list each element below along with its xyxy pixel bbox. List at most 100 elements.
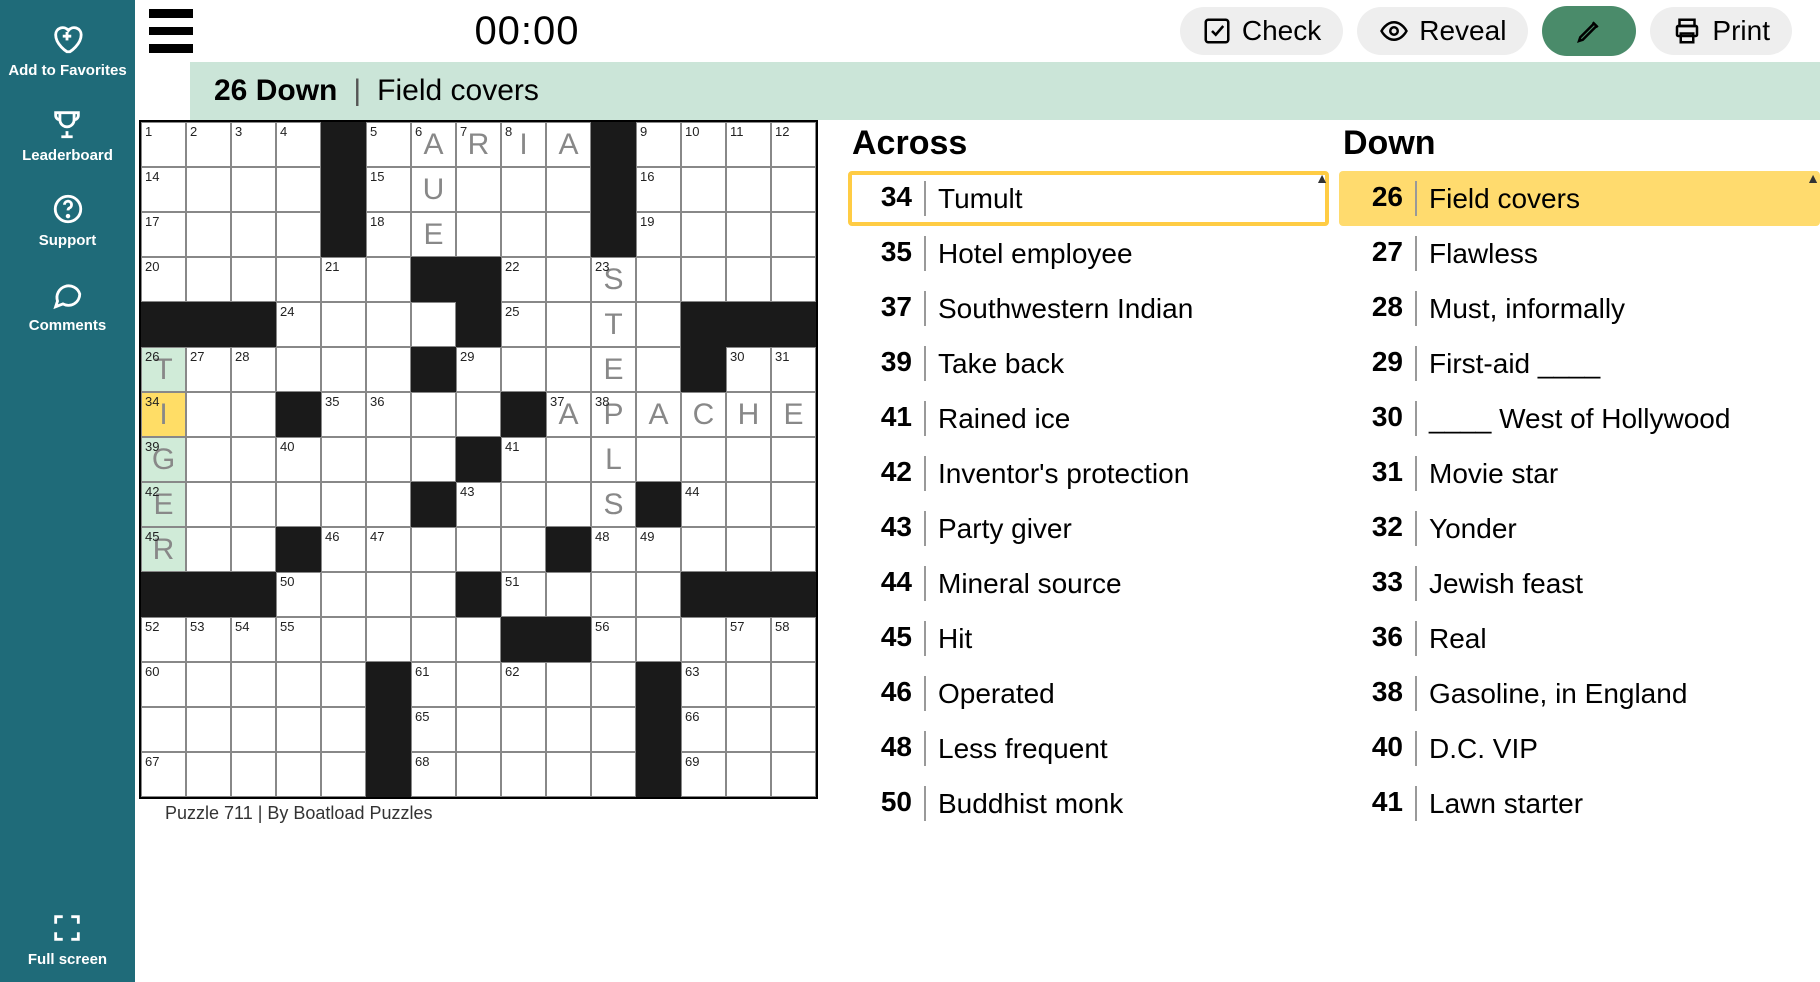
grid-cell[interactable]: 8I: [501, 122, 546, 167]
grid-cell[interactable]: [411, 392, 456, 437]
clue-item[interactable]: 44Mineral source: [848, 556, 1329, 611]
grid-cell[interactable]: [411, 437, 456, 482]
grid-cell[interactable]: [186, 752, 231, 797]
grid-cell[interactable]: [546, 212, 591, 257]
grid-cell[interactable]: 6A: [411, 122, 456, 167]
grid-cell[interactable]: 53: [186, 617, 231, 662]
grid-cell[interactable]: [771, 167, 816, 212]
grid-cell[interactable]: [726, 752, 771, 797]
grid-cell[interactable]: 67: [141, 752, 186, 797]
grid-cell[interactable]: 37A: [546, 392, 591, 437]
grid-cell[interactable]: 41: [501, 437, 546, 482]
grid-cell[interactable]: 5: [366, 122, 411, 167]
grid-cell[interactable]: 55: [276, 617, 321, 662]
grid-cell[interactable]: U: [411, 167, 456, 212]
clue-item[interactable]: 35Hotel employee: [848, 226, 1329, 281]
grid-cell[interactable]: [231, 482, 276, 527]
grid-cell[interactable]: [366, 347, 411, 392]
grid-cell[interactable]: [546, 572, 591, 617]
grid-cell[interactable]: 35: [321, 392, 366, 437]
grid-cell[interactable]: [681, 617, 726, 662]
grid-cell[interactable]: 61: [411, 662, 456, 707]
grid-cell[interactable]: [546, 257, 591, 302]
grid-cell[interactable]: [321, 302, 366, 347]
sidebar-comments[interactable]: Comments: [25, 263, 111, 348]
grid-cell[interactable]: T: [591, 302, 636, 347]
grid-cell[interactable]: 18: [366, 212, 411, 257]
grid-cell[interactable]: [231, 662, 276, 707]
grid-cell[interactable]: 26T: [141, 347, 186, 392]
grid-cell[interactable]: 4: [276, 122, 321, 167]
grid-cell[interactable]: 2: [186, 122, 231, 167]
grid-cell[interactable]: [546, 167, 591, 212]
clue-item[interactable]: 27Flawless: [1339, 226, 1820, 281]
grid-cell[interactable]: 43: [456, 482, 501, 527]
grid-cell[interactable]: [231, 707, 276, 752]
grid-cell[interactable]: [771, 527, 816, 572]
grid-cell[interactable]: [276, 167, 321, 212]
grid-cell[interactable]: [411, 572, 456, 617]
grid-cell[interactable]: [186, 527, 231, 572]
pencil-button[interactable]: [1542, 6, 1636, 56]
grid-cell[interactable]: [636, 347, 681, 392]
grid-cell[interactable]: 52: [141, 617, 186, 662]
grid-cell[interactable]: [726, 257, 771, 302]
clue-item[interactable]: 30____ West of Hollywood: [1339, 391, 1820, 446]
grid-cell[interactable]: [546, 662, 591, 707]
grid-cell[interactable]: E: [411, 212, 456, 257]
grid-cell[interactable]: [726, 527, 771, 572]
grid-cell[interactable]: [186, 707, 231, 752]
grid-cell[interactable]: [366, 617, 411, 662]
clue-item[interactable]: 38Gasoline, in England: [1339, 666, 1820, 721]
grid-cell[interactable]: 39G: [141, 437, 186, 482]
print-button[interactable]: Print: [1650, 7, 1792, 55]
grid-cell[interactable]: [726, 437, 771, 482]
clue-item[interactable]: 41Lawn starter: [1339, 776, 1820, 831]
clue-item[interactable]: 43Party giver: [848, 501, 1329, 556]
grid-cell[interactable]: 44: [681, 482, 726, 527]
grid-cell[interactable]: [276, 482, 321, 527]
grid-cell[interactable]: 1: [141, 122, 186, 167]
grid-cell[interactable]: [456, 392, 501, 437]
grid-cell[interactable]: 51: [501, 572, 546, 617]
grid-cell[interactable]: 22: [501, 257, 546, 302]
clue-item[interactable]: 37Southwestern Indian: [848, 281, 1329, 336]
grid-cell[interactable]: 19: [636, 212, 681, 257]
grid-cell[interactable]: [366, 572, 411, 617]
grid-cell[interactable]: [141, 707, 186, 752]
grid-cell[interactable]: [366, 482, 411, 527]
grid-cell[interactable]: [321, 482, 366, 527]
grid-cell[interactable]: [636, 617, 681, 662]
grid-cell[interactable]: 24: [276, 302, 321, 347]
grid-cell[interactable]: 50: [276, 572, 321, 617]
grid-cell[interactable]: 42E: [141, 482, 186, 527]
grid-cell[interactable]: 57: [726, 617, 771, 662]
grid-cell[interactable]: [456, 662, 501, 707]
grid-cell[interactable]: 20: [141, 257, 186, 302]
grid-cell[interactable]: [546, 707, 591, 752]
clue-item[interactable]: 50Buddhist monk: [848, 776, 1329, 831]
grid-cell[interactable]: [276, 707, 321, 752]
grid-cell[interactable]: 62: [501, 662, 546, 707]
grid-cell[interactable]: 3: [231, 122, 276, 167]
grid-cell[interactable]: [771, 212, 816, 257]
grid-cell[interactable]: [681, 527, 726, 572]
grid-cell[interactable]: 65: [411, 707, 456, 752]
grid-cell[interactable]: E: [771, 392, 816, 437]
grid-cell[interactable]: [456, 617, 501, 662]
grid-cell[interactable]: [276, 347, 321, 392]
grid-cell[interactable]: [231, 752, 276, 797]
grid-cell[interactable]: [276, 257, 321, 302]
grid-cell[interactable]: 60: [141, 662, 186, 707]
grid-cell[interactable]: [771, 662, 816, 707]
sidebar-support[interactable]: Support: [35, 178, 101, 263]
reveal-button[interactable]: Reveal: [1357, 7, 1528, 55]
grid-cell[interactable]: 36: [366, 392, 411, 437]
across-list[interactable]: 34Tumult35Hotel employee37Southwestern I…: [848, 171, 1329, 982]
grid-cell[interactable]: [636, 257, 681, 302]
scroll-up-icon[interactable]: ▲: [1806, 170, 1820, 186]
grid-cell[interactable]: [276, 752, 321, 797]
grid-cell[interactable]: 29: [456, 347, 501, 392]
grid-cell[interactable]: 31: [771, 347, 816, 392]
grid-cell[interactable]: [456, 527, 501, 572]
